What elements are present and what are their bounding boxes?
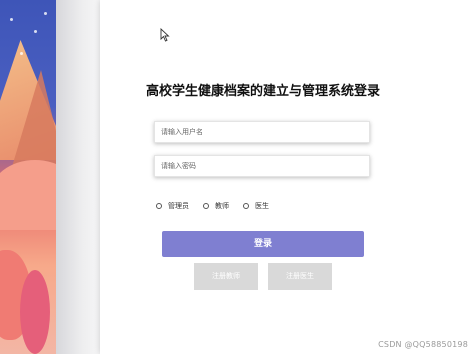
register-teacher-button[interactable]: 注册教师 <box>194 263 258 290</box>
role-label: 教师 <box>215 202 229 210</box>
plant-shape <box>20 270 50 354</box>
background-right <box>426 0 474 354</box>
radio-icon[interactable] <box>156 203 162 209</box>
radio-icon[interactable] <box>243 203 249 209</box>
radio-icon[interactable] <box>203 203 209 209</box>
login-button[interactable]: 登录 <box>162 231 364 257</box>
star-dot <box>44 12 47 15</box>
star-dot <box>34 30 37 33</box>
role-option-teacher[interactable]: 教师 <box>203 201 229 211</box>
password-input[interactable] <box>154 155 370 177</box>
role-label: 管理员 <box>168 202 189 210</box>
star-dot <box>10 18 13 21</box>
role-label: 医生 <box>255 202 269 210</box>
register-doctor-button[interactable]: 注册医生 <box>268 263 332 290</box>
username-input[interactable] <box>154 121 370 143</box>
watermark: CSDN @QQ58850198 <box>378 340 468 349</box>
wave-shape <box>0 160 56 230</box>
role-option-doctor[interactable]: 医生 <box>243 201 269 211</box>
background-illustration <box>0 0 56 354</box>
mouse-cursor-icon <box>160 28 170 42</box>
role-option-admin[interactable]: 管理员 <box>156 201 189 211</box>
background-gap <box>56 0 100 354</box>
login-card: 高校学生健康档案的建立与管理系统登录 管理员 教师 医生 登录 注册教师 注册医… <box>100 0 426 354</box>
page-title: 高校学生健康档案的建立与管理系统登录 <box>145 84 380 99</box>
star-dot <box>20 52 23 55</box>
role-selector: 管理员 教师 医生 <box>156 200 269 212</box>
